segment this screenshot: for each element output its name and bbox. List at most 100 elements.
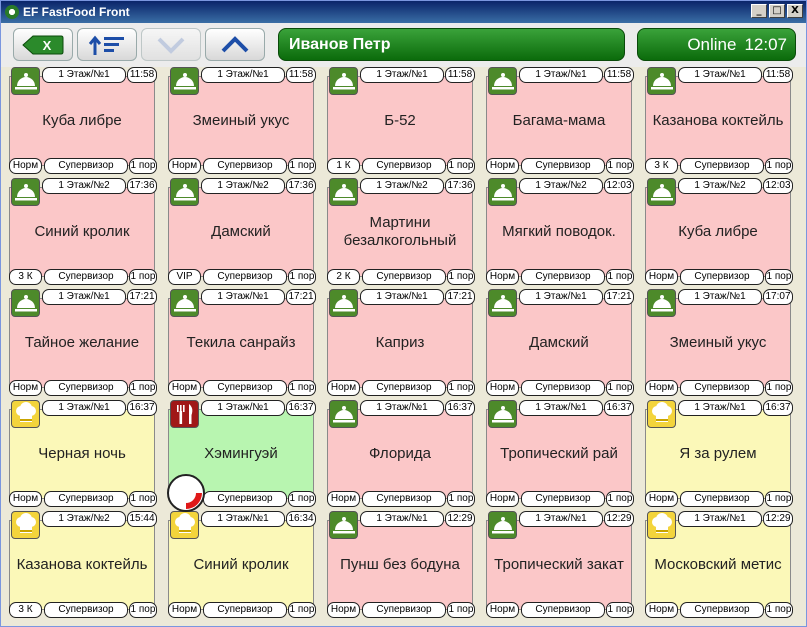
order-portion: 1 пор	[606, 602, 634, 618]
order-item-name: Мягкий поводок.	[502, 223, 616, 240]
order-location: 1 Этаж/№1	[519, 67, 603, 83]
order-item-name: Змеиный укус	[192, 112, 290, 129]
order-time: 11:58	[604, 67, 634, 83]
order-card[interactable]: Мартини безалкогольный 1 Этаж/№2 17:36 2 КС…	[327, 178, 475, 286]
order-card[interactable]: Флорида 1 Этаж/№1 16:37 Норм Супервизор 1 пор	[327, 400, 475, 508]
maximize-button[interactable]: □	[769, 4, 785, 18]
clock: 12:07	[744, 34, 787, 54]
order-card[interactable]: Московский метис 1 Этаж/№1 12:29 Норм Суперв…	[645, 511, 793, 619]
order-role: Супервизор	[203, 269, 287, 285]
order-card[interactable]: Куба либре 1 Этаж/№1 11:58 Норм Супервизор 1 …	[9, 67, 157, 175]
order-card[interactable]: Я за рулем 1 Этаж/№1 16:37 Норм Супервизор 1 …	[645, 400, 793, 508]
order-card[interactable]: Мягкий поводок. 1 Этаж/№2 12:03 Норм Суперви…	[486, 178, 634, 286]
order-role: Супервизор	[362, 491, 446, 507]
order-portion: 1 пор	[288, 602, 316, 618]
order-card[interactable]: Змеиный укус 1 Этаж/№1 17:07 Норм Супервизор…	[645, 289, 793, 397]
cloche-icon	[647, 289, 676, 317]
order-card[interactable]: Тропический закат 1 Этаж/№1 12:29 Норм Супер…	[486, 511, 634, 619]
order-item-name: Хэмингуэй	[204, 445, 278, 462]
order-time: 11:58	[763, 67, 793, 83]
order-portion: 1 пор	[606, 269, 634, 285]
order-item-name: Тропический рай	[500, 445, 618, 462]
order-card[interactable]: Черная ночь 1 Этаж/№1 16:37 Норм Супервизор 1…	[9, 400, 157, 508]
cloche-icon	[488, 400, 517, 428]
user-name: Иванов Петр	[289, 35, 391, 53]
order-card[interactable]: Б-52 1 Этаж/№1 11:58 1 К Супервизор 1 пор	[327, 67, 475, 175]
order-portion: 1 пор	[447, 602, 475, 618]
order-item-name: Багама-мама	[512, 112, 606, 129]
exit-arrow-icon: X	[22, 35, 64, 54]
order-card[interactable]: Синий кролик 1 Этаж/№2 17:36 3 К Супервизор 1…	[9, 178, 157, 286]
close-button[interactable]: X	[787, 4, 803, 18]
cloche-icon	[647, 178, 676, 206]
order-portion: 1 пор	[606, 380, 634, 396]
cloche-icon	[329, 289, 358, 317]
scroll-up-button[interactable]	[205, 28, 265, 61]
fork-knife-icon	[170, 400, 199, 428]
order-location: 1 Этаж/№2	[360, 178, 444, 194]
order-portion: 1 пор	[129, 380, 157, 396]
order-time: 12:29	[604, 511, 634, 527]
order-card[interactable]: Синий кролик 1 Этаж/№1 16:34 Норм Супервизор…	[168, 511, 316, 619]
order-location: 1 Этаж/№1	[678, 289, 762, 305]
order-role: Супервизор	[44, 602, 128, 618]
order-type: Норм	[327, 602, 360, 618]
order-card[interactable]: Дамский 1 Этаж/№1 17:21 Норм Супервизор 1 пор	[486, 289, 634, 397]
order-location: 1 Этаж/№2	[42, 511, 126, 527]
order-time: 11:58	[445, 67, 475, 83]
order-portion: 1 пор	[606, 158, 634, 174]
cloche-icon	[329, 400, 358, 428]
order-card[interactable]: Казанова коктейль 1 Этаж/№2 15:44 3 К Суперв…	[9, 511, 157, 619]
order-location: 1 Этаж/№1	[678, 400, 762, 416]
order-type: Норм	[168, 380, 201, 396]
order-role: Супервизор	[362, 380, 446, 396]
scroll-down-button[interactable]	[141, 28, 201, 61]
order-item-name: Казанова коктейль	[16, 556, 148, 573]
order-card[interactable]: Куба либре 1 Этаж/№2 12:03 Норм Супервизор 1 …	[645, 178, 793, 286]
order-location: 1 Этаж/№1	[201, 289, 285, 305]
order-portion: 1 пор	[447, 158, 475, 174]
cloche-icon	[488, 511, 517, 539]
order-role: Супервизор	[203, 491, 287, 507]
cloche-icon	[647, 67, 676, 95]
order-role: Супервизор	[44, 269, 128, 285]
order-item-name: Каприз	[375, 334, 425, 351]
order-item-name: Куба либре	[678, 223, 758, 240]
order-role: Супервизор	[680, 380, 764, 396]
order-portion: 1 пор	[129, 491, 157, 507]
order-type: VIP	[168, 269, 201, 285]
order-card[interactable]: Казанова коктейль 1 Этаж/№1 11:58 3 К Суперв…	[645, 67, 793, 175]
order-portion: 1 пор	[129, 602, 157, 618]
order-role: Супервизор	[680, 602, 764, 618]
order-card[interactable]: Тайное желание 1 Этаж/№1 17:21 Норм Супервиз…	[9, 289, 157, 397]
order-location: 1 Этаж/№2	[519, 178, 603, 194]
cloche-icon	[11, 289, 40, 317]
order-card[interactable]: Пунш без бодуна 1 Этаж/№1 12:29 Норм Суперви…	[327, 511, 475, 619]
order-portion: 1 пор	[765, 602, 793, 618]
order-card[interactable]: Текила санрайз 1 Этаж/№1 17:21 Норм Супервиз…	[168, 289, 316, 397]
order-portion: 1 пор	[129, 269, 157, 285]
order-item-name: Змеиный укус	[669, 334, 767, 351]
order-card[interactable]: Багама-мама 1 Этаж/№1 11:58 Норм Супервизор 1…	[486, 67, 634, 175]
order-type: 3 К	[9, 602, 42, 618]
cloche-icon	[488, 289, 517, 317]
sort-button[interactable]	[77, 28, 137, 61]
order-card[interactable]: Каприз 1 Этаж/№1 17:21 Норм Супервизор 1 пор	[327, 289, 475, 397]
order-card[interactable]: Тропический рай 1 Этаж/№1 16:37 Норм Суперви…	[486, 400, 634, 508]
order-type: Норм	[168, 158, 201, 174]
order-card[interactable]: Дамский 1 Этаж/№2 17:36 VIP Супервизор 1 пор	[168, 178, 316, 286]
order-location: 1 Этаж/№1	[42, 400, 126, 416]
order-location: 1 Этаж/№1	[519, 511, 603, 527]
order-card[interactable]: Змеиный укус 1 Этаж/№1 11:58 Норм Супервизор…	[168, 67, 316, 175]
minimize-button[interactable]: _	[751, 4, 767, 18]
order-type: Норм	[645, 602, 678, 618]
chef-hat-icon	[647, 511, 676, 539]
order-type: Норм	[645, 380, 678, 396]
order-role: Супервизор	[680, 269, 764, 285]
order-time: 16:37	[286, 400, 316, 416]
window-title: EF FastFood Front	[23, 5, 130, 19]
order-role: Супервизор	[362, 269, 446, 285]
exit-button[interactable]: X	[13, 28, 73, 61]
order-portion: 1 пор	[765, 158, 793, 174]
order-time: 12:03	[763, 178, 793, 194]
